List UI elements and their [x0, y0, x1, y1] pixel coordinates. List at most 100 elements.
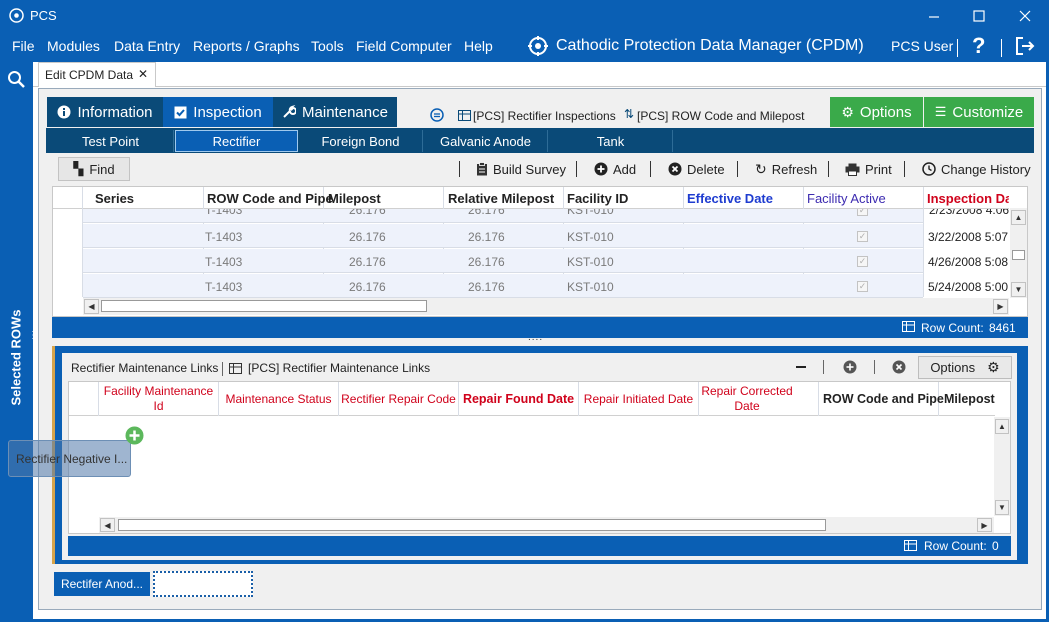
active-checkbox: ✓ — [857, 256, 868, 267]
col-effective-date[interactable]: Effective Date — [687, 191, 773, 206]
maximize-button[interactable] — [966, 8, 992, 24]
scroll-thumb[interactable] — [101, 300, 427, 312]
checkbox-icon — [174, 106, 187, 118]
col-repair-initiated-date[interactable]: Repair Initiated Date — [579, 392, 698, 406]
subtab-tank[interactable]: Tank — [549, 130, 673, 152]
add-link-icon[interactable] — [843, 360, 857, 374]
menu-help[interactable]: Help — [464, 38, 493, 54]
plus-circle-icon[interactable] — [125, 426, 144, 445]
add-button[interactable]: Add — [594, 158, 636, 180]
subtab-foreign-bond[interactable]: Foreign Bond — [299, 130, 423, 152]
scroll-thumb[interactable] — [1012, 250, 1025, 260]
col-repair-corrected-date[interactable]: Repair Corrected Date — [699, 384, 795, 414]
customize-button[interactable]: ☰ Customize — [924, 97, 1034, 127]
tab-empty-placeholder[interactable] — [153, 571, 253, 597]
close-tab-icon[interactable]: ✕ — [138, 67, 148, 81]
cell-inspection-date: 2/23/2008 4:06 — [929, 209, 1009, 217]
tab-edit-cpdm-data[interactable]: Edit CPDM Data ✕ — [38, 62, 156, 87]
col-milepost[interactable]: Milepost — [944, 392, 995, 406]
toolbar-separator — [576, 161, 577, 177]
user-name[interactable]: PCS User — [891, 38, 953, 54]
build-survey-button[interactable]: Build Survey — [476, 158, 566, 180]
minimize-panel-icon[interactable] — [796, 366, 806, 368]
options-button[interactable]: ⚙ Options — [830, 97, 923, 127]
col-clip: Milepost — [939, 383, 995, 415]
print-button[interactable]: Print — [845, 158, 892, 180]
cell-milepost: 26.176 — [349, 280, 386, 294]
delete-button[interactable]: Delete — [668, 158, 725, 180]
scroll-down-icon[interactable]: ▼ — [1011, 282, 1026, 297]
change-history-button[interactable]: Change History — [922, 158, 1031, 180]
subtab-test-point[interactable]: Test Point — [48, 130, 174, 152]
grip-icon[interactable]: ⋮ — [28, 331, 38, 341]
splitter-grip-icon: .... — [528, 332, 544, 343]
menu-field-computer[interactable]: Field Computer — [356, 38, 452, 54]
floating-panel[interactable]: Rectifier Negative I... — [8, 440, 131, 477]
tab-rectifier-anode-label: Rectifer Anod... — [60, 577, 144, 591]
col-relative-milepost[interactable]: Relative Milepost — [448, 191, 554, 206]
tab-inspection-label: Inspection — [193, 103, 262, 121]
refresh-button[interactable]: ↻ Refresh — [755, 158, 817, 180]
col-facility-maintenance-id[interactable]: Facility Maintenance Id — [99, 384, 218, 414]
col-milepost[interactable]: Milepost — [328, 191, 381, 206]
scroll-down-icon[interactable]: ▼ — [995, 500, 1009, 515]
splitter[interactable]: .... — [52, 332, 1028, 346]
scroll-up-icon[interactable]: ▲ — [1011, 210, 1026, 225]
menu-divider — [1001, 39, 1002, 57]
logout-icon[interactable] — [1014, 35, 1036, 57]
col-repair-found-date[interactable]: Repair Found Date — [459, 392, 578, 406]
menu-file[interactable]: File — [12, 38, 35, 54]
cell-relative-milepost: 26.176 — [468, 280, 505, 294]
subtab-tank-label: Tank — [596, 133, 625, 149]
cell-row-code: T-1403 — [205, 280, 243, 294]
col-maintenance-status[interactable]: Maintenance Status — [219, 392, 338, 406]
subtab-rectifier[interactable]: Rectifier — [175, 130, 298, 152]
sliders-icon: ☰ — [934, 104, 947, 119]
remove-link-icon[interactable] — [892, 360, 906, 374]
minimize-button[interactable] — [921, 8, 947, 24]
subtab-galvanic-anode[interactable]: Galvanic Anode — [424, 130, 548, 152]
scroll-left-icon[interactable]: ◀ — [84, 299, 99, 314]
subtab-rectifier-label: Rectifier — [212, 133, 261, 149]
row-clip: T-1403 26.176 26.176 KST-010 2/23/2008 4… — [83, 209, 1009, 223]
menu-data-entry[interactable]: Data Entry — [114, 38, 180, 54]
tab-information[interactable]: Information — [47, 97, 163, 127]
doc-tab-label: Edit CPDM Data — [45, 68, 134, 82]
info-icon — [57, 105, 71, 119]
scroll-right-icon[interactable]: ▶ — [993, 299, 1008, 314]
menu-reports-graphs[interactable]: Reports / Graphs — [193, 38, 300, 54]
add-label: Add — [613, 161, 637, 177]
col-row-code-pipe[interactable]: ROW Code and Pipe — [823, 392, 944, 406]
links-options-button[interactable]: Options ⚙ — [918, 356, 1012, 379]
scroll-up-icon[interactable]: ▲ — [995, 419, 1009, 434]
col-facility-active[interactable]: Facility Active — [807, 191, 886, 206]
selected-rows-panel[interactable]: Selected ROWs — [4, 307, 28, 407]
scroll-right-icon[interactable]: ▶ — [977, 518, 992, 532]
selected-rows-label: Selected ROWs — [8, 308, 24, 406]
document-tab-strip — [33, 62, 1046, 87]
wrench-icon — [283, 105, 297, 118]
close-window-button[interactable] — [1012, 8, 1038, 24]
col-series[interactable]: Series — [95, 191, 134, 206]
tab-inspection[interactable]: Inspection — [163, 97, 273, 127]
col-inspection-date[interactable]: Inspection Date — [927, 191, 1009, 206]
find-button[interactable]: ▚ Find — [58, 157, 130, 181]
find-label: Find — [89, 161, 115, 177]
scroll-left-icon[interactable]: ◀ — [100, 518, 115, 532]
subtab-test-point-label: Test Point — [81, 133, 140, 149]
maintenance-links-table-title[interactable]: [PCS] Rectifier Maintenance Links — [248, 361, 430, 375]
link-rectifier-inspections[interactable]: [PCS] Rectifier Inspections — [473, 109, 616, 123]
collapse-circle-icon[interactable] — [430, 108, 444, 122]
scroll-thumb[interactable] — [118, 519, 826, 531]
link-row-code-milepost[interactable]: [PCS] ROW Code and Milepost — [637, 109, 804, 123]
search-icon[interactable] — [7, 70, 26, 89]
menu-modules[interactable]: Modules — [47, 38, 100, 54]
help-icon[interactable]: ? — [972, 33, 985, 59]
tab-rectifier-anode[interactable]: Rectifer Anod... — [54, 572, 150, 596]
tab-maintenance[interactable]: Maintenance — [273, 97, 397, 127]
floating-panel-label: Rectifier Negative I... — [16, 452, 128, 466]
col-facility-id[interactable]: Facility ID — [567, 191, 628, 206]
col-row-code-pipe[interactable]: ROW Code and Pipe — [207, 191, 333, 206]
menu-tools[interactable]: Tools — [311, 38, 344, 54]
col-rectifier-repair-code[interactable]: Rectifier Repair Code — [339, 392, 458, 406]
